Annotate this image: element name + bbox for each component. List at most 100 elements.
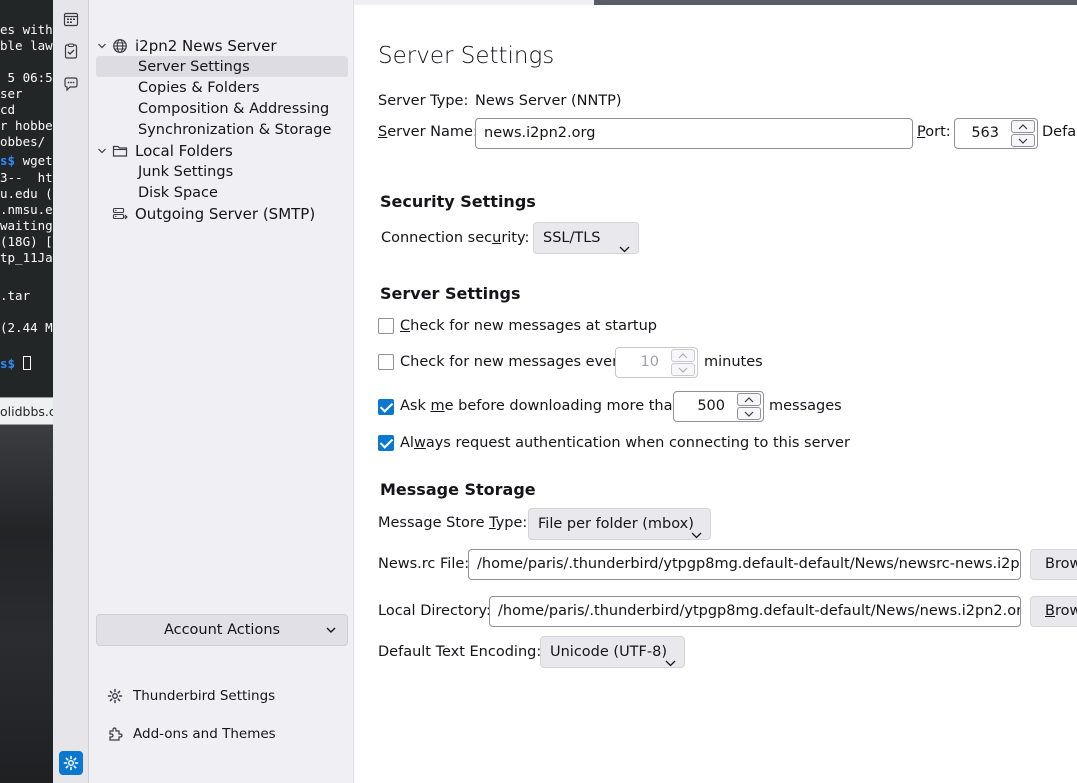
check-every-checkbox[interactable] (378, 354, 394, 370)
port-decrement-button[interactable] (1011, 134, 1035, 147)
account-tree-account[interactable]: Outgoing Server (SMTP) (96, 203, 315, 224)
encoding-select[interactable]: Unicode (UTF-8) (540, 636, 685, 668)
gear-icon (107, 688, 123, 704)
browse-newsrc-button[interactable]: Brows (1030, 549, 1077, 580)
tasks-icon[interactable] (60, 40, 82, 62)
local-directory-field[interactable]: /home/paris/.thunderbird/ytpgp8mg.defaul… (489, 596, 1021, 627)
terminal-cursor (22, 356, 31, 370)
account-actions-button[interactable]: Account Actions (96, 614, 348, 646)
tree-item-label: Outgoing Server (SMTP) (135, 204, 316, 223)
terminal-tab[interactable]: olidbbs.c (0, 397, 53, 425)
tree-item-label: Server Settings (138, 58, 250, 75)
terminal-line: cd (0, 102, 16, 117)
account-tree-item[interactable]: Composition & Addressing (96, 98, 329, 119)
server-settings-pane: Server Settings Server Type: News Server… (355, 5, 1077, 783)
ask-before-label: Ask me before downloading more than (400, 398, 682, 414)
check-startup-label: Check for new messages at startup (400, 318, 658, 334)
check-interval-stepper[interactable]: 10 (615, 347, 698, 378)
messages-increment-button[interactable] (737, 393, 761, 406)
terminal-line: u.edu ( (0, 186, 53, 201)
terminal-line-text (15, 356, 23, 371)
terminal-line: ble law (0, 38, 53, 53)
terminal-line: obbes/ (0, 134, 46, 149)
check-startup-checkbox[interactable] (378, 318, 394, 334)
puzzle-icon (107, 726, 123, 742)
max-messages-value: 500 (697, 398, 725, 414)
chat-icon[interactable] (60, 73, 82, 95)
account-sidebar: i2pn2 News Server Server Settings Copies &… (89, 0, 354, 783)
account-actions-label: Account Actions (163, 622, 281, 638)
encoding-value: Unicode (UTF-8) (550, 644, 667, 660)
chevron-down-icon (619, 234, 630, 264)
newsrc-label: News.rc File: (378, 556, 470, 572)
server-type-label: Server Type: (378, 93, 469, 109)
outgoing-server-icon (112, 206, 128, 222)
page-title: Server Settings (378, 43, 555, 69)
chevron-down-icon (325, 624, 337, 640)
message-storage-heading: Message Storage (380, 480, 536, 499)
chevron-down-icon (665, 648, 676, 678)
addons-themes-link[interactable]: Add-ons and Themes (107, 723, 276, 745)
addons-themes-label: Add-ons and Themes (133, 726, 276, 742)
messages-decrement-button[interactable] (737, 407, 761, 420)
account-tree-item[interactable]: Copies & Folders (96, 77, 260, 98)
default-label: Defau (1042, 124, 1077, 140)
spaces-toolbar (53, 0, 89, 783)
connection-security-value: SSL/TLS (543, 230, 601, 246)
check-interval-value: 10 (640, 354, 659, 370)
terminal-line: tp_11Ja (0, 250, 53, 265)
terminal-line: waiting (0, 218, 53, 233)
port-increment-button[interactable] (1011, 120, 1035, 133)
encoding-label: Default Text Encoding: (378, 644, 542, 660)
store-type-select[interactable]: File per folder (mbox) (528, 508, 711, 540)
chevron-down-icon[interactable] (96, 145, 108, 157)
globe-icon (112, 38, 128, 54)
account-tree-item[interactable]: Junk Settings (96, 161, 233, 182)
terminal-tab-label: olidbbs.c (0, 404, 53, 419)
browse-local-directory-button[interactable]: Brows (1030, 596, 1077, 627)
server-name-field[interactable]: news.i2pn2.org (475, 118, 913, 149)
account-tree-item[interactable]: Synchronization & Storage (96, 119, 331, 140)
terminal-line: s$ (0, 356, 31, 372)
chevron-down-icon[interactable] (96, 40, 108, 52)
security-heading: Security Settings (380, 192, 536, 211)
terminal-line: (18G) [ (0, 234, 53, 249)
desktop-background (0, 425, 53, 783)
thunderbird-settings-label: Thunderbird Settings (133, 688, 276, 704)
terminal-line: ser (0, 86, 23, 101)
tree-item-label: Copies & Folders (138, 79, 260, 96)
account-tree-account[interactable]: Local Folders (96, 140, 233, 161)
server-type-value: News Server (NNTP) (475, 93, 622, 109)
tree-item-label: Synchronization & Storage (138, 121, 332, 138)
settings-gear-icon[interactable] (59, 751, 83, 775)
terminal-window: es with ble law 5 06:5 ser cd r hobbe obbes/s… (0, 0, 53, 783)
account-tree-item[interactable]: Server Settings (96, 56, 348, 77)
newsrc-file-field[interactable]: /home/paris/.thunderbird/ytpgp8mg.defaul… (468, 549, 1021, 580)
store-type-value: File per folder (mbox) (538, 516, 694, 532)
terminal-line: s$ wget (0, 153, 53, 169)
port-stepper[interactable]: 563 (954, 118, 1038, 149)
tree-item-label: Composition & Addressing (138, 100, 330, 117)
connection-security-select[interactable]: SSL/TLS (533, 222, 639, 254)
account-tree-account[interactable]: i2pn2 News Server (96, 35, 277, 56)
terminal-line: .nmsu.e (0, 202, 53, 217)
terminal-line: .tar (0, 288, 31, 303)
prompt-symbol: s$ (0, 356, 16, 371)
interval-increment-button[interactable] (671, 349, 695, 362)
port-label: Port: (917, 124, 951, 140)
thunderbird-settings-link[interactable]: Thunderbird Settings (107, 685, 275, 707)
store-type-label: Message Store Type: (378, 515, 528, 531)
terminal-line: r hobbe (0, 118, 53, 133)
account-tree-item[interactable]: Disk Space (96, 182, 218, 203)
max-messages-stepper[interactable]: 500 (673, 391, 764, 422)
tree-item-label: Local Folders (135, 141, 233, 160)
tree-item-label: Junk Settings (138, 163, 234, 180)
interval-decrement-button[interactable] (671, 363, 695, 376)
port-value: 563 (971, 125, 999, 141)
calendar-icon[interactable] (60, 8, 82, 30)
ask-before-checkbox[interactable] (378, 399, 394, 415)
always-auth-checkbox[interactable] (378, 435, 394, 451)
terminal-line: 5 06:5 (0, 70, 53, 85)
